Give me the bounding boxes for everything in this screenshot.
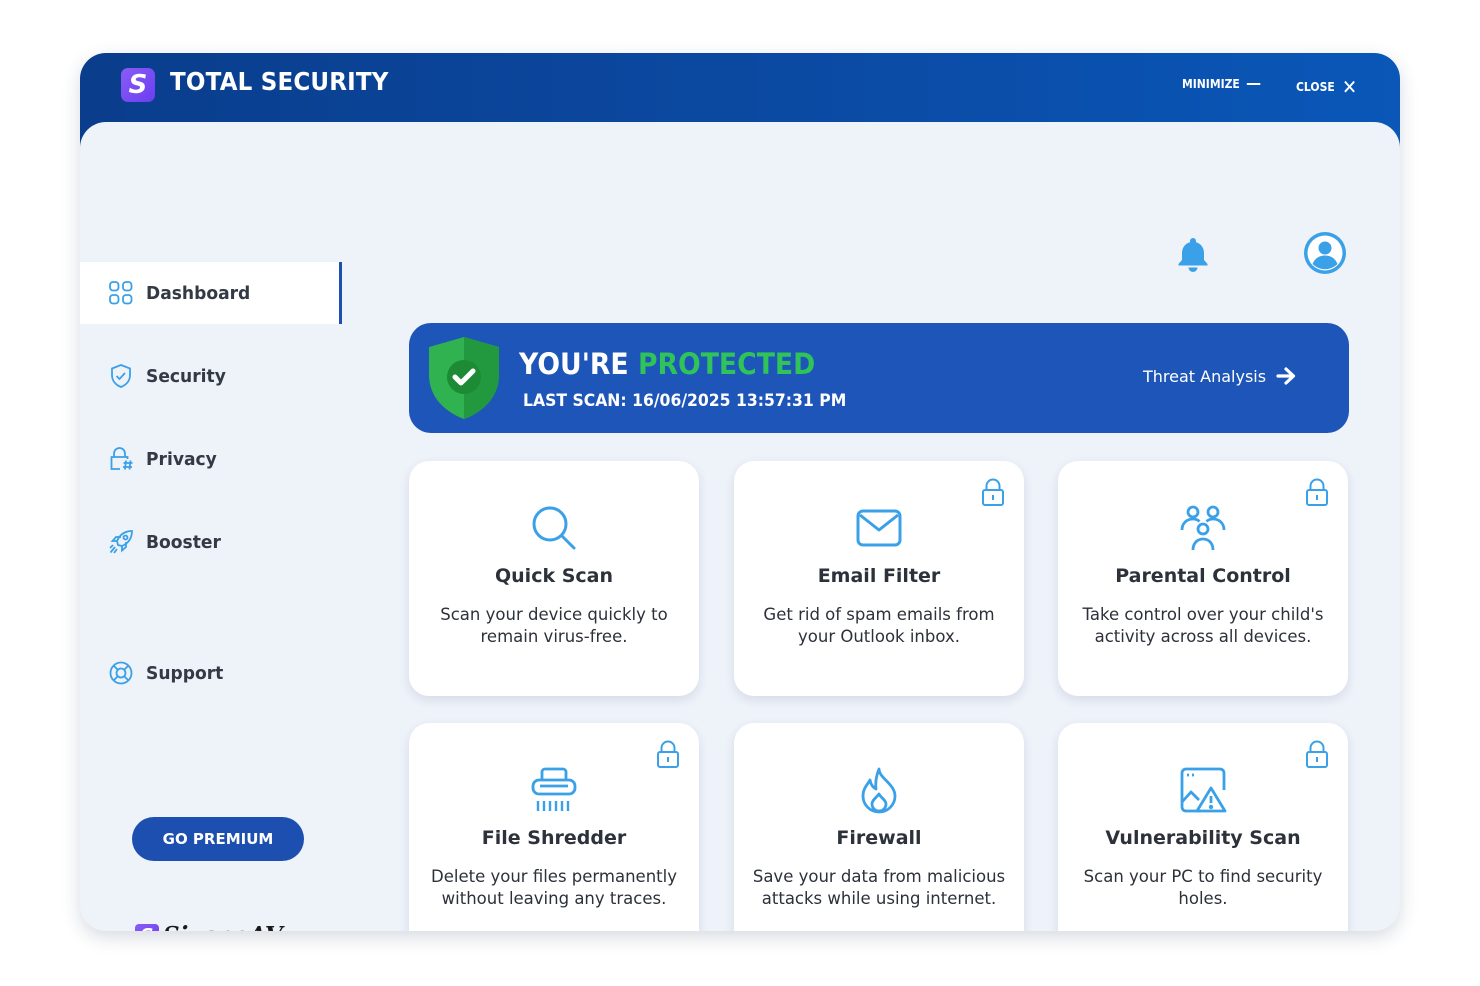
brand-name: SiyanoAV xyxy=(163,922,283,931)
feature-card-file-shredder[interactable]: File Shredder Delete your files permanen… xyxy=(409,723,699,931)
family-icon xyxy=(1180,505,1226,551)
sidebar-item-label: Support xyxy=(146,662,224,684)
feature-title: Firewall xyxy=(836,827,922,849)
lock-icon xyxy=(657,740,679,768)
threat-analysis-link[interactable]: Threat Analysis xyxy=(1143,365,1298,387)
minimize-button[interactable]: MINIMIZE xyxy=(1182,77,1261,91)
minimize-icon xyxy=(1246,83,1261,85)
bell-icon[interactable] xyxy=(1173,234,1213,274)
user-icon[interactable] xyxy=(1302,230,1348,276)
feature-card-vulnerability-scan[interactable]: Vulnerability Scan Scan your PC to find … xyxy=(1058,723,1348,931)
flame-icon xyxy=(861,767,897,814)
feature-description: Take control over your child's activity … xyxy=(1082,605,1324,646)
feature-title: Parental Control xyxy=(1115,565,1291,587)
close-button[interactable]: CLOSE ✕ xyxy=(1296,77,1357,97)
feature-card-firewall[interactable]: Firewall Save your data from malicious a… xyxy=(734,723,1024,931)
search-icon xyxy=(532,506,576,550)
app-logo: S xyxy=(121,68,155,102)
feature-title: Email Filter xyxy=(817,565,941,587)
status-title: YOU'RE PROTECTED xyxy=(519,347,815,381)
lock-icon xyxy=(1306,740,1328,768)
feature-card-email-filter[interactable]: Email Filter Get rid of spam emails from… xyxy=(734,461,1024,696)
grid-icon xyxy=(108,280,134,306)
sidebar-item-booster[interactable]: Booster xyxy=(80,511,342,573)
sidebar-item-privacy[interactable]: Privacy xyxy=(80,428,342,490)
shield-check-icon xyxy=(429,337,499,419)
shield-icon xyxy=(108,363,134,389)
close-label: CLOSE xyxy=(1296,80,1335,94)
sidebar-item-label: Privacy xyxy=(146,448,217,470)
feature-title: File Shredder xyxy=(481,827,627,849)
feature-description: Scan your PC to find security holes. xyxy=(1083,867,1323,908)
app-title: TOTAL SECURITY xyxy=(170,67,389,96)
mail-icon xyxy=(856,509,902,547)
lifebuoy-icon xyxy=(108,660,134,686)
lock-icon xyxy=(982,478,1004,506)
close-icon: ✕ xyxy=(1341,75,1358,99)
feature-description: Save your data from malicious attacks wh… xyxy=(752,867,1006,908)
lock-hash-icon xyxy=(108,446,134,472)
sidebar-item-support[interactable]: Support xyxy=(80,642,342,704)
warning-window-icon xyxy=(1180,767,1227,813)
status-title-prefix: YOU'RE xyxy=(519,347,629,381)
feature-description: Get rid of spam emails from your Outlook… xyxy=(763,605,995,646)
last-scan-text: LAST SCAN: 16/06/2025 13:57:31 PM xyxy=(523,391,847,411)
feature-description: Delete your files permanently without le… xyxy=(431,867,677,908)
app-window: S TOTAL SECURITY MINIMIZE CLOSE ✕ Dashbo… xyxy=(80,53,1400,931)
feature-card-parental-control[interactable]: Parental Control Take control over your … xyxy=(1058,461,1348,696)
feature-title: Quick Scan xyxy=(495,565,613,587)
shredder-icon xyxy=(531,767,577,811)
main-content: Dashboard Security Privacy Booster Suppo… xyxy=(80,122,1400,931)
status-protected-label: PROTECTED xyxy=(637,347,816,381)
brand-logo: S SiyanoAV xyxy=(135,922,283,931)
feature-title: Vulnerability Scan xyxy=(1105,827,1301,849)
feature-card-quick-scan[interactable]: Quick Scan Scan your device quickly to r… xyxy=(409,461,699,696)
sidebar-item-dashboard[interactable]: Dashboard xyxy=(80,262,342,324)
arrow-right-icon xyxy=(1276,367,1296,385)
feature-description: Scan your device quickly to remain virus… xyxy=(440,605,668,646)
rocket-icon xyxy=(108,529,134,555)
go-premium-button[interactable]: GO PREMIUM xyxy=(132,817,304,861)
sidebar-item-label: Security xyxy=(146,365,226,387)
minimize-label: MINIMIZE xyxy=(1182,77,1240,91)
sidebar-item-label: Booster xyxy=(146,531,221,553)
threat-analysis-label: Threat Analysis xyxy=(1143,366,1267,386)
brand-logo-mark: S xyxy=(135,923,159,931)
sidebar-item-security[interactable]: Security xyxy=(80,345,342,407)
sidebar-item-label: Dashboard xyxy=(146,282,251,304)
protection-status-banner: YOU'RE PROTECTED LAST SCAN: 16/06/2025 1… xyxy=(409,323,1349,433)
lock-icon xyxy=(1306,478,1328,506)
